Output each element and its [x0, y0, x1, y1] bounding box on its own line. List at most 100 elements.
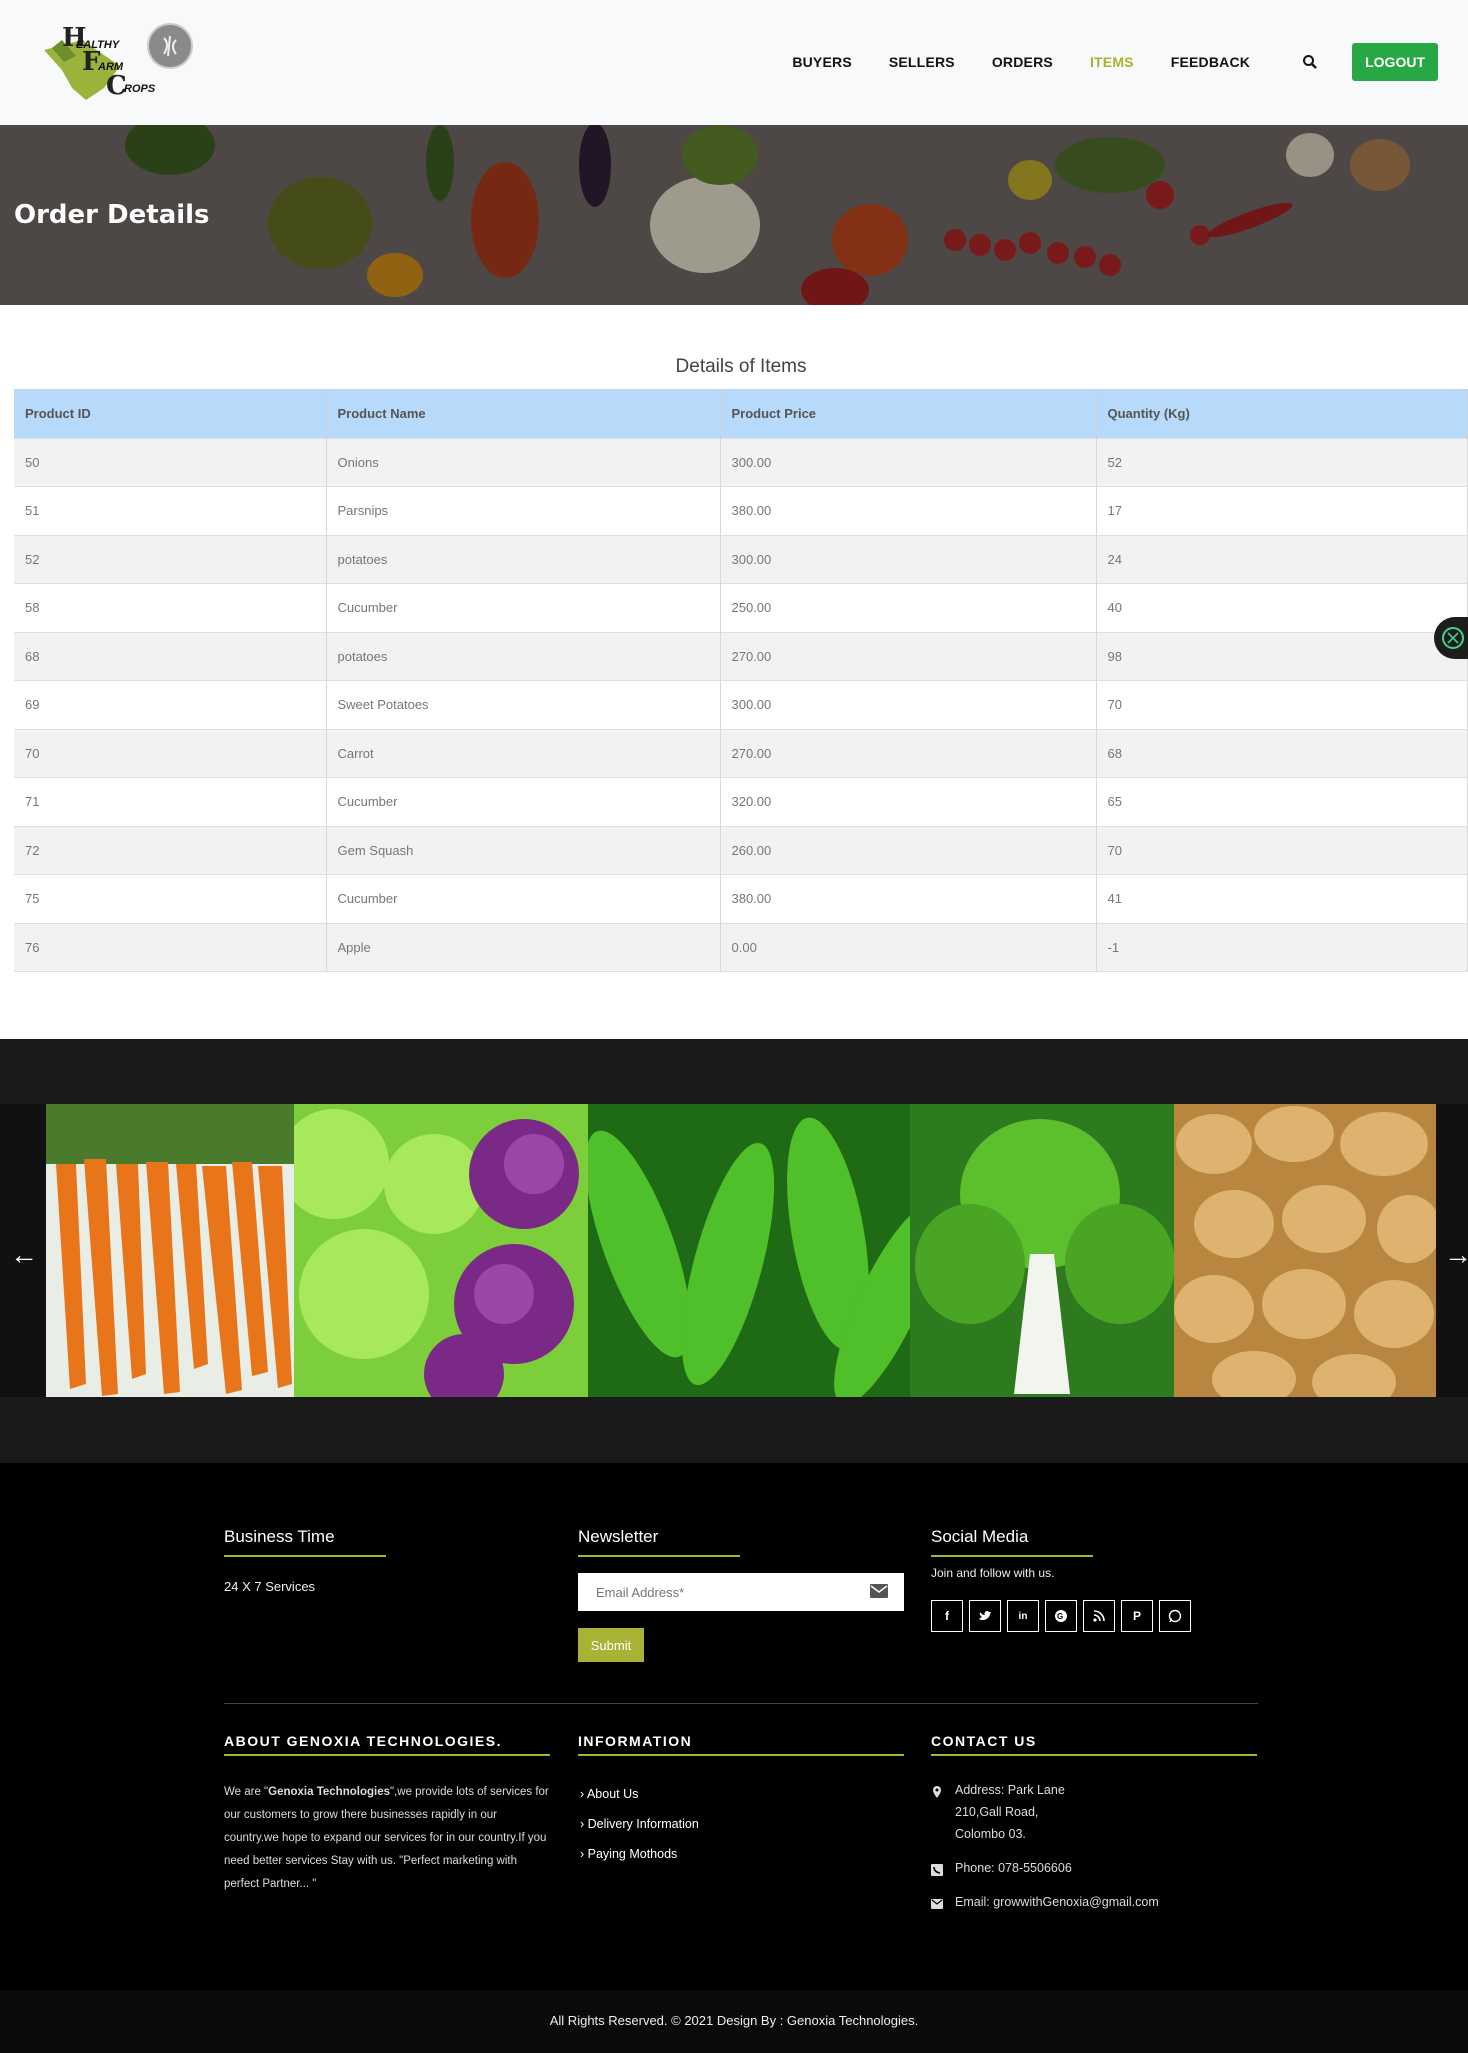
business-time-text: 24 X 7 Services [224, 1579, 316, 1594]
cell-quantity: 65 [1096, 777, 1468, 826]
cell-product-name: Cucumber [326, 874, 721, 923]
cell-product-price: 300.00 [720, 680, 1097, 729]
cell-quantity: 68 [1096, 728, 1468, 778]
cell-product-price: 250.00 [720, 583, 1097, 632]
cell-product-id: 50 [14, 437, 327, 487]
info-link-about-us[interactable]: › About Us [580, 1787, 638, 1801]
gallery-image-bitter-gourd[interactable] [588, 1104, 910, 1397]
address-line: Address: Park Lane [955, 1783, 1065, 1797]
about-heading: ABOUT GENOXIA TECHNOLOGIES. [224, 1733, 502, 1749]
search-icon[interactable] [1302, 54, 1318, 70]
col-header-product-name: Product Name [326, 389, 721, 438]
whatsapp-icon[interactable] [1159, 1600, 1191, 1632]
cell-quantity: 40 [1096, 583, 1468, 632]
gallery-image-carrots[interactable] [46, 1104, 294, 1397]
cell-product-price: 0.00 [720, 922, 1097, 972]
logo-word-3: ROPS [124, 83, 156, 95]
table-row: 50 Onions 300.00 52 [14, 437, 1468, 487]
site-footer: Business Time 24 X 7 Services Newsletter… [0, 1463, 1468, 2053]
cell-product-id: 52 [14, 534, 327, 584]
col-header-product-id: Product ID [14, 389, 327, 438]
cell-product-name: Cucumber [326, 777, 721, 826]
table-row: 51 Parsnips 380.00 17 [14, 486, 1468, 535]
cell-product-id: 71 [14, 777, 327, 826]
logout-button[interactable]: LOGOUT [1352, 43, 1438, 81]
cell-quantity: -1 [1096, 922, 1468, 972]
social-media-heading: Social Media [931, 1527, 1029, 1546]
cell-product-price: 260.00 [720, 825, 1097, 875]
table-row: 70 Carrot 270.00 68 [14, 728, 1468, 778]
about-text: We are "Genoxia Technologies",we provide… [224, 1781, 554, 1896]
table-row: 76 Apple 0.00 -1 [14, 922, 1468, 972]
info-link-delivery-information[interactable]: › Delivery Information [580, 1817, 699, 1831]
table-row: 52 potatoes 300.00 24 [14, 534, 1468, 584]
assistant-widget-button[interactable] [1434, 617, 1468, 659]
info-link-label: Paying Mothods [587, 1847, 678, 1861]
gallery-next-arrow-icon[interactable]: → [1444, 1239, 1468, 1271]
cell-product-name: Gem Squash [326, 825, 721, 875]
gallery-image-cabbage[interactable] [294, 1104, 588, 1397]
gallery-image-potatoes[interactable] [1174, 1104, 1436, 1397]
col-header-quantity: Quantity (Kg) [1096, 389, 1468, 438]
newsletter-submit-button[interactable]: Submit [578, 1628, 644, 1662]
info-link-paying-methods[interactable]: › Paying Mothods [580, 1847, 677, 1861]
heading-underline [224, 1754, 550, 1756]
table-header-row: Product ID Product Name Product Price Qu… [14, 389, 1468, 438]
about-text-rest: ",we provide lots of services for our cu… [224, 1786, 549, 1890]
table-row: 58 Cucumber 250.00 40 [14, 583, 1468, 632]
cell-product-id: 70 [14, 728, 327, 778]
cell-product-name: potatoes [326, 631, 721, 681]
table-row: 72 Gem Squash 260.00 70 [14, 825, 1468, 875]
items-table: Product ID Product Name Product Price Qu… [14, 389, 1468, 972]
contact-email[interactable]: Email: growwithGenoxia@gmail.com [955, 1891, 1159, 1913]
site-header: H EALTHY F ARM C ROPS BUYERS SELLERS ORD… [0, 0, 1468, 125]
cell-product-id: 76 [14, 922, 327, 972]
newsletter-email-input[interactable] [578, 1573, 904, 1611]
cell-product-price: 270.00 [720, 631, 1097, 681]
table-row: 69 Sweet Potatoes 300.00 70 [14, 680, 1468, 729]
cell-product-name: Carrot [326, 728, 721, 778]
address-line: Colombo 03. [955, 1827, 1026, 1841]
gallery-image-bok-choy[interactable] [910, 1104, 1174, 1397]
business-time-heading: Business Time [224, 1527, 335, 1546]
copyright-bar: All Rights Reserved. © 2021 Design By : … [0, 1990, 1468, 2053]
social-media-text: Join and follow with us. [931, 1566, 1055, 1580]
nav-sellers[interactable]: SELLERS [889, 54, 955, 70]
newsletter-heading: Newsletter [578, 1527, 659, 1546]
about-company-name: Genoxia Technologies [268, 1786, 390, 1798]
heading-underline [931, 1754, 1257, 1756]
cell-product-price: 320.00 [720, 777, 1097, 826]
twitter-icon[interactable] [969, 1600, 1001, 1632]
cell-product-price: 300.00 [720, 534, 1097, 584]
rss-icon[interactable] [1083, 1600, 1115, 1632]
cell-product-price: 300.00 [720, 437, 1097, 487]
cell-product-id: 69 [14, 680, 327, 729]
hero-banner: Order Details [0, 125, 1468, 305]
footer-divider [224, 1703, 1258, 1704]
nav-buyers[interactable]: BUYERS [792, 54, 852, 70]
pinterest-icon[interactable]: P [1121, 1600, 1153, 1632]
cell-product-name: Sweet Potatoes [326, 680, 721, 729]
table-row: 71 Cucumber 320.00 65 [14, 777, 1468, 826]
cell-quantity: 70 [1096, 680, 1468, 729]
table-caption: Details of Items [675, 356, 807, 377]
cell-product-name: Cucumber [326, 583, 721, 632]
heading-underline [578, 1555, 740, 1557]
nav-feedback[interactable]: FEEDBACK [1171, 54, 1250, 70]
nav-items[interactable]: ITEMS [1090, 54, 1134, 70]
linkedin-icon[interactable]: in [1007, 1600, 1039, 1632]
site-logo[interactable]: H EALTHY F ARM C ROPS [42, 18, 202, 108]
cell-product-price: 380.00 [720, 486, 1097, 535]
gallery-prev-arrow-icon[interactable]: ← [10, 1239, 38, 1271]
cell-product-id: 72 [14, 825, 327, 875]
nav-orders[interactable]: ORDERS [992, 54, 1053, 70]
cell-quantity: 24 [1096, 534, 1468, 584]
main-nav: BUYERS SELLERS ORDERS ITEMS FEEDBACK LOG… [755, 43, 1438, 81]
address-line: 210,Gall Road, [955, 1805, 1039, 1819]
info-link-label: About Us [586, 1787, 639, 1801]
facebook-icon[interactable]: f [931, 1600, 963, 1632]
table-row: 68 potatoes 270.00 98 [14, 631, 1468, 681]
google-plus-icon[interactable]: G [1045, 1600, 1077, 1632]
cell-product-id: 58 [14, 583, 327, 632]
table-row: 75 Cucumber 380.00 41 [14, 874, 1468, 923]
